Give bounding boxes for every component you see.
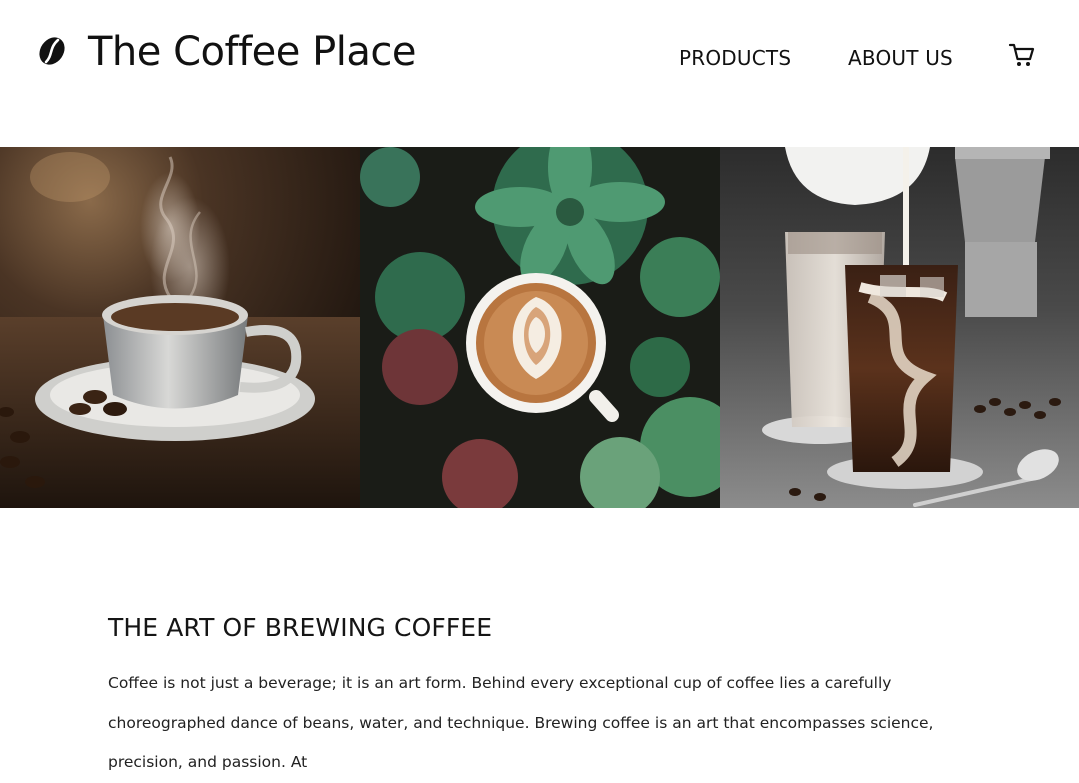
gallery-image-iced-coffee <box>720 147 1079 508</box>
section-body-text: Coffee is not just a beverage; it is an … <box>108 674 934 771</box>
image-gallery <box>0 147 1079 508</box>
gallery-image-steaming-coffee <box>0 147 360 508</box>
coffee-bean-icon[interactable] <box>37 35 67 67</box>
brand-title[interactable]: The Coffee Place <box>88 24 416 80</box>
site-header: The Coffee Place PRODUCTS ABOUT US <box>0 0 1079 147</box>
shopping-cart-icon[interactable] <box>1008 42 1036 68</box>
gallery-image-latte-succulents <box>360 147 720 508</box>
nav-products-link[interactable]: PRODUCTS <box>679 44 791 72</box>
section-title: THE ART OF BREWING COFFEE <box>108 613 493 642</box>
nav-about-us-link[interactable]: ABOUT US <box>848 44 953 72</box>
